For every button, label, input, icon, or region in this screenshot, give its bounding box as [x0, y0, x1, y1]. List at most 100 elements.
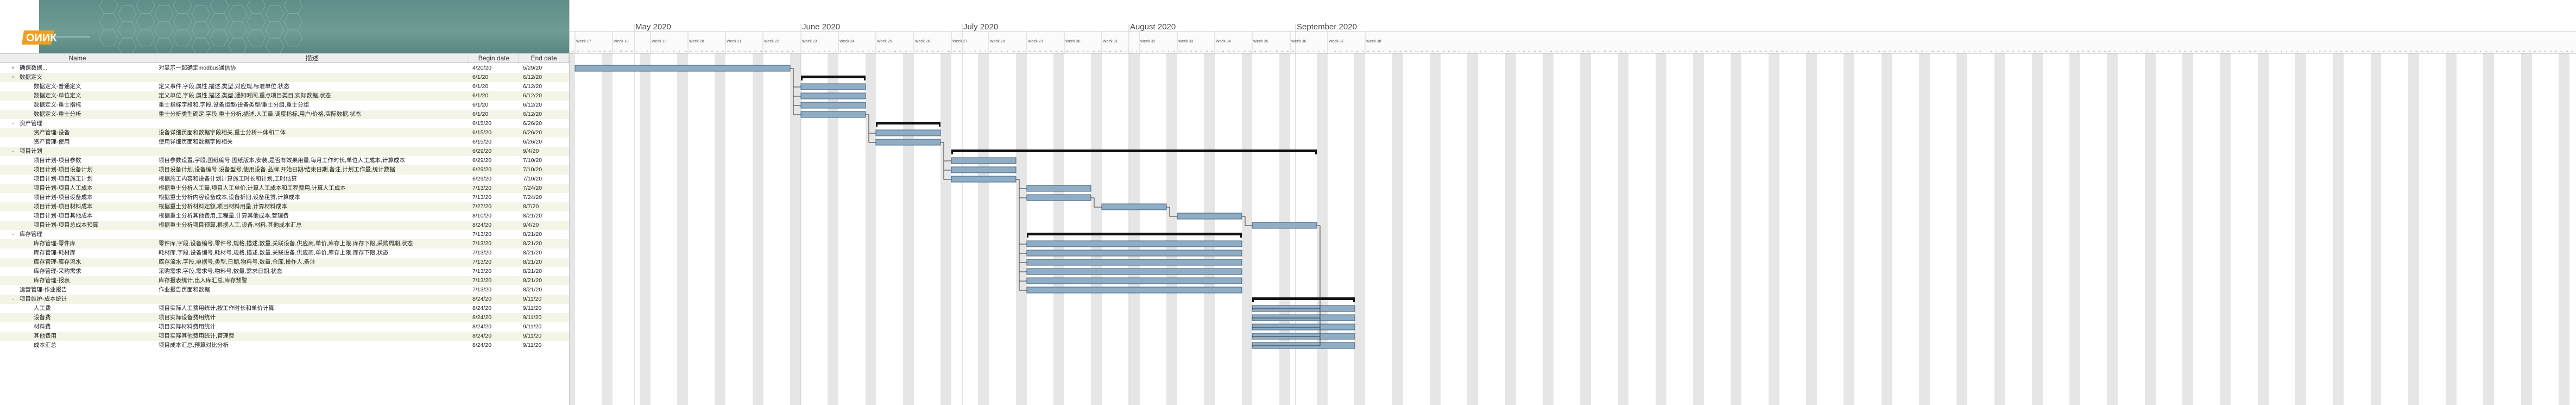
- row-expander[interactable]: [10, 304, 16, 313]
- task-end-date-cell: 7/10/20: [523, 176, 542, 182]
- table-row[interactable]: 项目计划-项目设备成本 根据重士分析内容设备成本,设备折旧,设备租赁,计算成本 7/…: [0, 193, 569, 202]
- row-expander[interactable]: [10, 156, 16, 165]
- row-expander[interactable]: [10, 313, 16, 322]
- task-bar: [1026, 268, 1242, 275]
- table-row[interactable]: 项目计划-项目设备计划 项目设备计划,设备编号,设备型号,使用设备,品牌,开始日期…: [0, 165, 569, 175]
- row-expander[interactable]: [10, 341, 16, 350]
- table-row[interactable]: 库存管理-报表 库存报表统计,出入库汇总,库存预警 7/13/20 8/21/20: [0, 276, 569, 285]
- row-expander[interactable]: -: [10, 295, 16, 304]
- weekend-shade: [2150, 53, 2156, 405]
- row-expander[interactable]: -: [10, 230, 16, 239]
- row-expander[interactable]: [10, 202, 16, 211]
- day-tick-label: 10: [1507, 50, 1510, 53]
- table-row[interactable]: 数据定义-单位定义 定义单位,字段,属性,描述,类型,通知时间,重点项目类目,实际…: [0, 91, 569, 101]
- row-expander[interactable]: [10, 258, 16, 267]
- table-row[interactable]: 数据定义-重士指标 重士指标字段和,字段,设备组型/设备类型/重士分组,重士分组 6…: [0, 101, 569, 110]
- row-expander[interactable]: [10, 285, 16, 295]
- day-tick-label: 27: [1926, 50, 1929, 53]
- weekend-shade: [1279, 53, 1285, 405]
- table-row[interactable]: 人工费 项目实际人工费用统计,按工作时长和单价计算 8/24/20 9/11/20: [0, 304, 569, 313]
- table-row[interactable]: 成本汇总 项目成本汇总,预算对比分析 8/24/20 9/11/20: [0, 341, 569, 350]
- task-name-cell: 项目计划-项目施工计划: [34, 176, 93, 182]
- table-row[interactable]: - 项目计划 6/29/20 9/4/20: [0, 147, 569, 156]
- table-row[interactable]: 项目计划-项目材料成本 根据重士分析材料定额,项目材料用量,计算材料成本 7/27/…: [0, 202, 569, 211]
- table-row[interactable]: 运营管理-作业报告 作业报告页面和数据 7/13/20 8/21/20: [0, 285, 569, 295]
- day-tick-label: 20: [1561, 50, 1563, 53]
- column-header-begin-date[interactable]: Begin date: [469, 54, 519, 63]
- day-tick-label: 16: [1539, 50, 1542, 53]
- table-row[interactable]: - 资产管理 6/15/20 6/26/20: [0, 119, 569, 128]
- day-tick-label: 18: [2362, 50, 2364, 53]
- weekend-shade: [795, 53, 801, 405]
- table-row[interactable]: 资产管理-设备 设备详细页面和数据字段相关,重士分析一体和二体 6/15/20 6/2…: [0, 128, 569, 138]
- table-row[interactable]: 项目计划-项目施工计划 根据施工内容和设备计划计算施工时长和计划,工时估算 6/29…: [0, 175, 569, 184]
- weekend-shade: [908, 53, 914, 405]
- row-expander[interactable]: -: [10, 119, 16, 128]
- column-header-end-date[interactable]: End date: [519, 54, 569, 63]
- table-row[interactable]: 库存管理-采购需求 采购需求,字段,需求号,物料号,数量,需求日期,状态 7/13/…: [0, 267, 569, 276]
- row-expander[interactable]: [10, 221, 16, 230]
- table-row[interactable]: 项目计划-项目参数 项目参数设置,字段,图纸编号,图纸版本,安装,是否有效果用量,…: [0, 156, 569, 165]
- table-row[interactable]: 其他费用 项目实际其他费用统计,管理费 8/24/20 9/11/20: [0, 332, 569, 341]
- row-expander[interactable]: [10, 138, 16, 147]
- row-expander[interactable]: [10, 101, 16, 110]
- day-tick-label: 18: [2211, 50, 2214, 53]
- table-row[interactable]: - 库存管理 7/13/20 8/21/20: [0, 230, 569, 239]
- task-description-cell: 设备详细页面和数据字段相关,重士分析一体和二体: [159, 129, 286, 136]
- row-expander[interactable]: [10, 165, 16, 175]
- row-expander[interactable]: +: [10, 64, 16, 73]
- weekend-shade: [2107, 53, 2112, 405]
- row-expander[interactable]: [10, 276, 16, 285]
- table-row[interactable]: 库存管理-库存流水 库存流水,字段,单据号,类型,日期,物料号,数量,仓库,操作人…: [0, 258, 569, 267]
- column-header-description[interactable]: 描述: [155, 54, 469, 63]
- row-expander[interactable]: [10, 82, 16, 91]
- table-row[interactable]: + 确保数据... 对显示一起确定modbus通信协 4/20/20 5/29/20: [0, 64, 569, 73]
- day-tick-label: 20: [1233, 50, 1235, 53]
- table-row[interactable]: 项目计划-项目人工成本 根据重士分析人工量,项目人工单价,计算人工成本和工程费用,…: [0, 184, 569, 193]
- weekend-shade: [2446, 53, 2451, 405]
- row-expander[interactable]: [10, 332, 16, 341]
- row-expander[interactable]: +: [10, 73, 16, 82]
- day-tick-label: 22: [2549, 50, 2552, 53]
- table-row[interactable]: 数据定义-重士分析 重士分析类型确定,字段,重士分析,描述,人工量,调度指标,用户…: [0, 110, 569, 119]
- row-expander[interactable]: [10, 211, 16, 221]
- day-tick-label: 21: [1732, 50, 1735, 53]
- weekend-shade: [758, 53, 763, 405]
- day-tick-label: 29: [2104, 50, 2106, 53]
- table-row[interactable]: 项目计划-项目总成本预算 根据重士分析项目预算,根据人工,设备,材料,其他成本汇总…: [0, 221, 569, 230]
- row-expander[interactable]: -: [10, 147, 16, 156]
- row-expander[interactable]: [10, 248, 16, 258]
- row-expander[interactable]: [10, 193, 16, 202]
- row-expander[interactable]: [10, 322, 16, 332]
- row-expander[interactable]: [10, 239, 16, 248]
- table-row[interactable]: - 项目维护-成本统计 8/24/20 9/11/20: [0, 295, 569, 304]
- weekend-shade: [1129, 53, 1134, 405]
- task-description-cell: 项目实际人工费用统计,按工作时长和单价计算: [159, 305, 274, 311]
- column-header-name[interactable]: Name: [0, 54, 155, 63]
- table-row[interactable]: 设备费 项目实际设备费用统计 8/24/20 9/11/20: [0, 313, 569, 322]
- weekend-shade: [2188, 53, 2193, 405]
- table-row[interactable]: 材料费 项目实际材料费用统计 8/24/20 9/11/20: [0, 322, 569, 332]
- day-tick-label: 10: [2168, 50, 2170, 53]
- row-expander[interactable]: [10, 175, 16, 184]
- day-tick-label: 23: [2238, 50, 2240, 53]
- row-expander[interactable]: [10, 184, 16, 193]
- weekend-shade: [870, 53, 876, 405]
- week-label: Week 23: [802, 40, 817, 43]
- row-expander[interactable]: [10, 91, 16, 101]
- week-label: Week 28: [990, 40, 1005, 43]
- table-row[interactable]: 库存管理-耗材库 耗材库,字段,设备编号,耗材号,规格,描述,数量,关联设备,供应…: [0, 248, 569, 258]
- table-row[interactable]: + 数据定义 6/1/20 6/12/20: [0, 73, 569, 82]
- table-row[interactable]: 项目计划-项目其他成本 根据重士分析其他费用,工程量,计算其他成本,管理费 8/10…: [0, 211, 569, 221]
- row-expander[interactable]: [10, 267, 16, 276]
- row-expander[interactable]: [10, 110, 16, 119]
- weekend-shade: [1849, 53, 1854, 405]
- table-row[interactable]: 资产管理-使用 使用详细页面和数据字段相关 6/15/20 6/26/20: [0, 138, 569, 147]
- day-tick-label: 29: [1281, 50, 1284, 53]
- day-tick-label: 30: [2426, 50, 2429, 53]
- weekend-shade: [2333, 53, 2338, 405]
- table-row[interactable]: 库存管理-零件库 零件库,字段,设备编号,零件号,规格,描述,数量,关联设备,供应…: [0, 239, 569, 248]
- day-tick-label: 22: [916, 50, 918, 53]
- table-row[interactable]: 数据定义-普通定义 定义事件,字段,属性,描述,类型,对应规,标准单位,状态 6/1…: [0, 82, 569, 91]
- row-expander[interactable]: [10, 128, 16, 138]
